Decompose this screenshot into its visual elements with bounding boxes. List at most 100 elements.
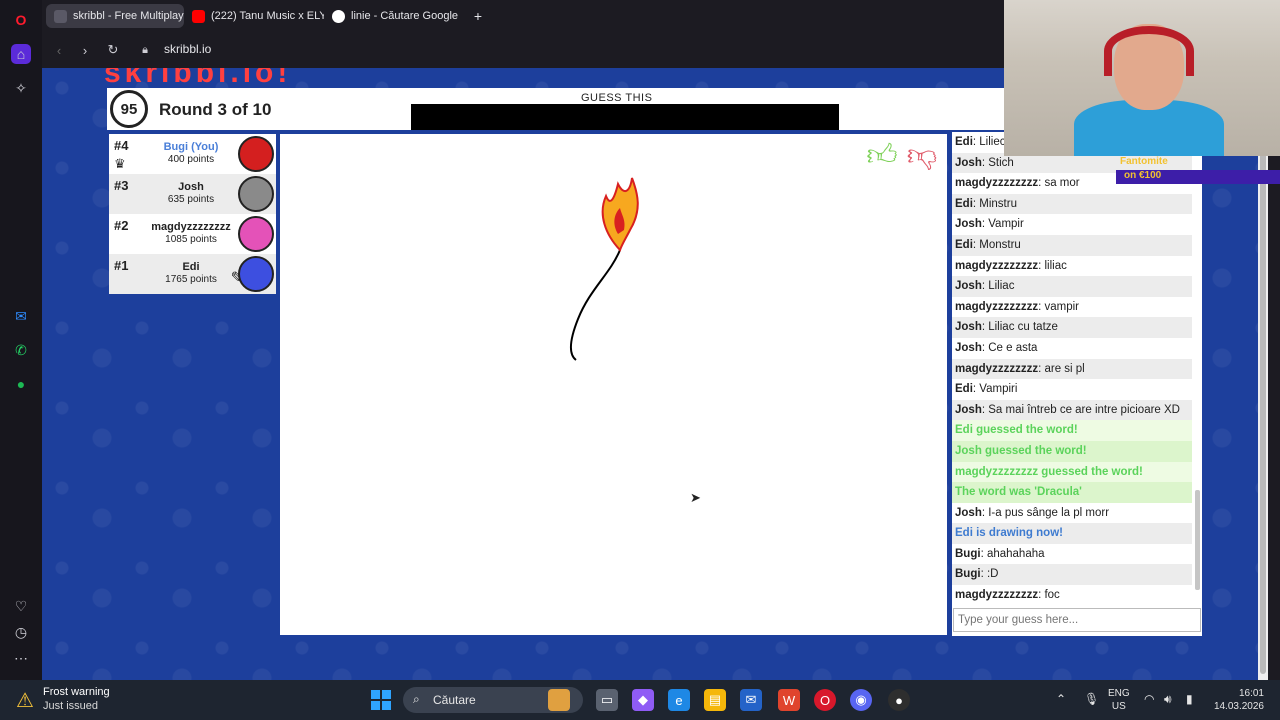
thumbs-up-icon[interactable]: 👍︎ bbox=[864, 138, 900, 174]
file-explorer-icon[interactable]: ▤ bbox=[704, 689, 726, 711]
chat-text: I-a pus sânge la pl morr bbox=[988, 506, 1110, 519]
player-row[interactable]: #4 ♛ Bugi (You) 400 points bbox=[109, 134, 276, 174]
chat-author: magdyzzzzzzzz bbox=[955, 362, 1039, 375]
drawing-canvas[interactable]: 👍︎ 👎︎ bbox=[280, 134, 947, 635]
chat-message: Edi guessed the word! bbox=[952, 420, 1192, 441]
clock[interactable]: 16:01 14.03.2026 bbox=[1210, 687, 1264, 713]
drawing-stroke bbox=[570, 249, 621, 361]
chat-author: Edi bbox=[955, 238, 973, 251]
opera-taskbar-icon[interactable]: O bbox=[814, 689, 836, 711]
thumbs-down-icon[interactable]: 👎︎ bbox=[904, 138, 940, 174]
weather-alert-subtitle: Just issued bbox=[43, 700, 99, 712]
guess-title: GUESS THIS bbox=[581, 92, 653, 104]
chat-text: ahahahaha bbox=[986, 547, 1045, 560]
history-icon[interactable]: ◷ bbox=[11, 622, 31, 642]
chat-scrollbar[interactable] bbox=[1195, 132, 1200, 636]
url-field[interactable]: skribbl.io bbox=[164, 42, 211, 56]
edge-icon[interactable]: e bbox=[668, 689, 690, 711]
back-icon[interactable]: ‹ bbox=[50, 41, 68, 59]
discord-icon[interactable]: ◉ bbox=[850, 689, 872, 711]
guess-input[interactable] bbox=[953, 608, 1201, 632]
timer-value: 95 bbox=[120, 100, 138, 118]
chat-scroll-thumb[interactable] bbox=[1195, 490, 1200, 590]
player-name: magdyzzzzzzzz bbox=[151, 221, 231, 233]
volume-icon[interactable]: 🔊︎ bbox=[1164, 692, 1172, 707]
chat-author: Josh bbox=[955, 403, 982, 416]
player-name: Edi bbox=[182, 261, 200, 273]
lock-icon: 🔒︎ bbox=[142, 43, 148, 56]
tab-title: skribbl - Free Multiplayer bbox=[73, 10, 184, 22]
task-view-icon[interactable]: ▭ bbox=[596, 689, 618, 711]
chat-text: Vampiri bbox=[979, 383, 1018, 396]
player-name: Josh bbox=[178, 181, 204, 193]
chat-text: Edi is drawing now! bbox=[955, 527, 1063, 540]
reload-icon[interactable]: ↻ bbox=[104, 41, 122, 59]
weather-alert-title[interactable]: Frost warning bbox=[43, 686, 110, 698]
whatsapp-icon[interactable]: ✆ bbox=[11, 340, 31, 360]
chat-message: Edi: Minstru bbox=[952, 193, 1192, 215]
tab-bar: skribbl - Free Multiplayer (222) Tanu Mu… bbox=[42, 0, 1004, 32]
chat-text: Ce e asta bbox=[988, 341, 1038, 354]
tab-youtube[interactable]: (222) Tanu Music x ELY bbox=[184, 4, 324, 28]
heart-icon[interactable]: ♡ bbox=[11, 596, 31, 616]
chat-message: magdyzzzzzzzz: are si pl bbox=[952, 358, 1192, 380]
chat-author: Edi bbox=[955, 136, 973, 148]
webcam-overlay bbox=[1004, 0, 1280, 156]
tab-skribbl[interactable]: skribbl - Free Multiplayer bbox=[46, 4, 184, 28]
player-rank: #4 bbox=[114, 138, 129, 153]
chat-text: Josh guessed the word! bbox=[955, 444, 1087, 457]
more-icon[interactable]: ⋯ bbox=[11, 648, 31, 668]
warning-icon[interactable]: ⚠ bbox=[16, 688, 34, 713]
chat-message: Josh: Sa mai întreb ce are intre picioar… bbox=[952, 399, 1192, 421]
avatar bbox=[238, 256, 274, 292]
chat-message: Josh: I-a pus sânge la pl morr bbox=[955, 506, 1110, 519]
language-indicator[interactable]: ENG US bbox=[1108, 687, 1130, 713]
chat-message: Bugi: :D bbox=[952, 564, 1192, 586]
game-header: 95 Round 3 of 10 GUESS THIS bbox=[107, 88, 1004, 130]
pin-icon[interactable]: ✧ bbox=[11, 78, 31, 98]
chat-message: Josh: Liliac bbox=[952, 276, 1192, 297]
chat-message: Josh guessed the word! bbox=[952, 440, 1192, 462]
new-tab-button[interactable]: + bbox=[468, 4, 488, 28]
chat-box: Edi: Liliec Josh: Stich magdyzzzzzzzz: sa … bbox=[952, 132, 1202, 636]
chat-author: magdyzzzzzzzz bbox=[955, 589, 1039, 602]
player-points: 1765 points bbox=[165, 274, 217, 285]
player-row[interactable]: #3 Josh 635 points bbox=[109, 174, 276, 214]
chat-message: Josh: Vampir bbox=[955, 218, 1024, 231]
player-points: 635 points bbox=[167, 194, 215, 205]
search-icon: ⌕ bbox=[413, 692, 420, 706]
start-button[interactable] bbox=[371, 690, 391, 710]
copilot-icon[interactable]: ◆ bbox=[632, 689, 654, 711]
home-icon[interactable]: ⌂ bbox=[11, 44, 31, 64]
office-icon[interactable]: W bbox=[778, 689, 800, 711]
chat-message: Edi is drawing now! bbox=[952, 523, 1192, 544]
chat-message: magdyzzzzzzzz: vampir bbox=[955, 300, 1079, 313]
spotify-icon[interactable]: ● bbox=[11, 374, 31, 394]
donation-overlay: Fantomite on €100 bbox=[1004, 156, 1280, 186]
round-indicator: Round 3 of 10 bbox=[159, 100, 272, 119]
chat-messages: Edi: Liliec Josh: Stich magdyzzzzzzzz: sa … bbox=[952, 132, 1192, 606]
opera-logo-icon[interactable]: O bbox=[11, 10, 31, 30]
chat-text: liliac bbox=[1044, 259, 1067, 272]
wifi-icon[interactable]: ◠ bbox=[1144, 692, 1154, 706]
player-row[interactable]: #1 Edi 1765 points ✎ bbox=[109, 254, 276, 294]
chat-message: Josh: Liliac cu tatze bbox=[952, 317, 1192, 338]
tab-google[interactable]: linie - Căutare Google bbox=[324, 4, 464, 28]
battery-icon[interactable]: ▮ bbox=[1186, 692, 1193, 706]
chat-text: vampir bbox=[1044, 300, 1079, 313]
chat-text: Liliec bbox=[979, 136, 1006, 148]
forward-icon[interactable]: › bbox=[76, 41, 94, 59]
obs-icon[interactable]: ● bbox=[888, 689, 910, 711]
hidden-word bbox=[411, 104, 839, 130]
messenger-icon[interactable]: ✉ bbox=[11, 306, 31, 326]
mail-icon[interactable]: ✉ bbox=[740, 689, 762, 711]
chat-message: Bugi: ahahahaha bbox=[955, 547, 1045, 560]
headphones-icon bbox=[1104, 26, 1194, 76]
microphone-icon[interactable]: 🎙︎ bbox=[1084, 692, 1099, 706]
widget-icon[interactable] bbox=[548, 689, 570, 711]
mouse-cursor-icon: ➤ bbox=[690, 490, 701, 505]
player-row[interactable]: #2 magdyzzzzzzzz 1085 points bbox=[109, 214, 276, 254]
chat-message: Edi: Monstru bbox=[952, 234, 1192, 256]
tray-chevron-icon[interactable]: ⌃ bbox=[1056, 692, 1066, 706]
chat-author: Bugi bbox=[955, 547, 981, 560]
